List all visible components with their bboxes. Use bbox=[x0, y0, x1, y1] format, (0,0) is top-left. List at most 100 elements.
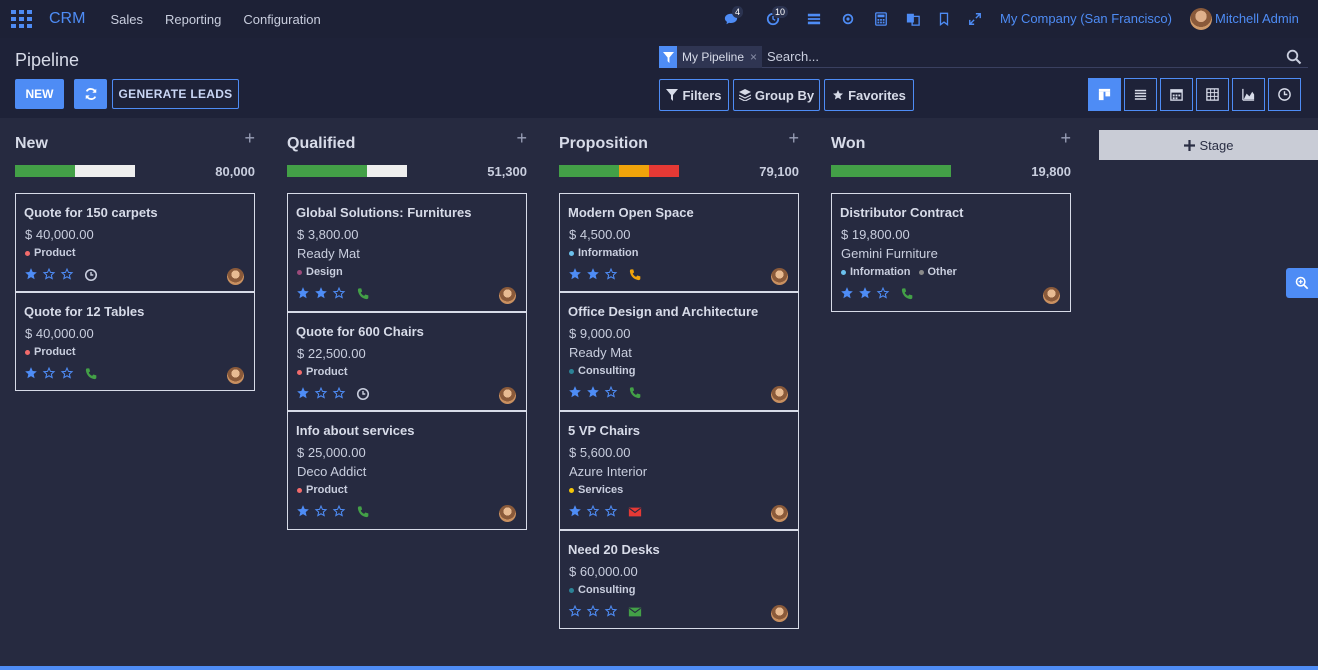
star-empty-icon[interactable] bbox=[332, 286, 350, 300]
add-stage-button[interactable]: Stage bbox=[1099, 130, 1318, 160]
phone-icon[interactable] bbox=[84, 367, 97, 380]
column-quick-create-plus-icon[interactable]: + bbox=[788, 128, 799, 149]
phone-icon[interactable] bbox=[628, 386, 641, 399]
salesperson-avatar[interactable] bbox=[771, 505, 788, 522]
star-empty-icon[interactable] bbox=[60, 366, 78, 380]
user-avatar[interactable] bbox=[1190, 8, 1212, 30]
column-progress-bar[interactable] bbox=[559, 165, 679, 177]
list-check-icon[interactable] bbox=[804, 0, 824, 38]
app-menu-icon[interactable] bbox=[11, 10, 33, 28]
search-icon[interactable] bbox=[1286, 49, 1302, 65]
progress-segment[interactable] bbox=[619, 165, 649, 177]
star-filled-icon[interactable] bbox=[568, 385, 586, 399]
column-title[interactable]: Proposition bbox=[559, 135, 648, 153]
view-kanban-button[interactable] bbox=[1088, 78, 1121, 111]
star-empty-icon[interactable] bbox=[42, 366, 60, 380]
star-filled-icon[interactable] bbox=[296, 504, 314, 518]
view-calendar-button[interactable] bbox=[1160, 78, 1193, 111]
column-quick-create-plus-icon[interactable]: + bbox=[244, 128, 255, 149]
progress-segment[interactable] bbox=[649, 165, 679, 177]
menu-configuration[interactable]: Configuration bbox=[243, 12, 320, 27]
view-activity-button[interactable] bbox=[1268, 78, 1301, 111]
view-pivot-button[interactable] bbox=[1196, 78, 1229, 111]
filters-button[interactable]: Filters bbox=[659, 79, 729, 111]
star-empty-icon[interactable] bbox=[568, 604, 586, 618]
column-title[interactable]: New bbox=[15, 135, 48, 153]
app-brand[interactable]: CRM bbox=[49, 10, 85, 28]
progress-segment[interactable] bbox=[287, 165, 368, 177]
star-empty-icon[interactable] bbox=[604, 604, 622, 618]
column-title[interactable]: Qualified bbox=[287, 135, 355, 153]
translate-icon[interactable] bbox=[903, 0, 923, 38]
star-filled-icon[interactable] bbox=[568, 267, 586, 281]
salesperson-avatar[interactable] bbox=[499, 287, 516, 304]
envelope-icon[interactable] bbox=[628, 605, 642, 618]
generate-leads-button[interactable]: GENERATE LEADS bbox=[112, 79, 239, 109]
refresh-button[interactable] bbox=[74, 79, 107, 109]
salesperson-avatar[interactable] bbox=[499, 387, 516, 404]
progress-segment[interactable] bbox=[75, 165, 135, 177]
zoom-tab[interactable] bbox=[1286, 268, 1318, 298]
star-empty-icon[interactable] bbox=[586, 604, 604, 618]
fullscreen-expand-icon[interactable] bbox=[965, 0, 985, 38]
phone-icon[interactable] bbox=[356, 505, 369, 518]
star-empty-icon[interactable] bbox=[604, 504, 622, 518]
lead-card[interactable]: Modern Open Space $ 4,500.00 Information bbox=[559, 193, 799, 292]
salesperson-avatar[interactable] bbox=[771, 268, 788, 285]
salesperson-avatar[interactable] bbox=[1043, 287, 1060, 304]
star-empty-icon[interactable] bbox=[586, 504, 604, 518]
settings-gear-icon[interactable] bbox=[838, 0, 858, 38]
clock-icon[interactable] bbox=[356, 387, 370, 400]
star-filled-icon[interactable] bbox=[586, 267, 604, 281]
lead-card[interactable]: 5 VP Chairs $ 5,600.00 Azure Interior Servi… bbox=[559, 411, 799, 530]
progress-segment[interactable] bbox=[831, 165, 951, 177]
new-button[interactable]: NEW bbox=[15, 79, 64, 109]
favorites-button[interactable]: Favorites bbox=[824, 79, 914, 111]
lead-card[interactable]: Distributor Contract $ 19,800.00 Gemini Fu… bbox=[831, 193, 1071, 312]
salesperson-avatar[interactable] bbox=[771, 386, 788, 403]
star-empty-icon[interactable] bbox=[314, 386, 332, 400]
column-quick-create-plus-icon[interactable]: + bbox=[516, 128, 527, 149]
star-empty-icon[interactable] bbox=[604, 385, 622, 399]
column-progress-bar[interactable] bbox=[831, 165, 951, 177]
star-filled-icon[interactable] bbox=[296, 286, 314, 300]
star-empty-icon[interactable] bbox=[332, 504, 350, 518]
phone-icon[interactable] bbox=[628, 268, 641, 281]
phone-icon[interactable] bbox=[356, 287, 369, 300]
star-filled-icon[interactable] bbox=[568, 504, 586, 518]
star-empty-icon[interactable] bbox=[314, 504, 332, 518]
star-filled-icon[interactable] bbox=[24, 366, 42, 380]
star-filled-icon[interactable] bbox=[24, 267, 42, 281]
view-graph-button[interactable] bbox=[1232, 78, 1265, 111]
star-empty-icon[interactable] bbox=[604, 267, 622, 281]
star-empty-icon[interactable] bbox=[42, 267, 60, 281]
lead-card[interactable]: Global Solutions: Furnitures $ 3,800.00 Re… bbox=[287, 193, 527, 312]
user-menu[interactable]: Mitchell Admin bbox=[1215, 11, 1299, 26]
progress-segment[interactable] bbox=[559, 165, 619, 177]
star-filled-icon[interactable] bbox=[840, 286, 858, 300]
star-filled-icon[interactable] bbox=[586, 385, 604, 399]
salesperson-avatar[interactable] bbox=[227, 367, 244, 384]
star-empty-icon[interactable] bbox=[876, 286, 894, 300]
menu-reporting[interactable]: Reporting bbox=[165, 12, 221, 27]
column-title[interactable]: Won bbox=[831, 135, 865, 153]
salesperson-avatar[interactable] bbox=[771, 605, 788, 622]
bookmark-icon[interactable] bbox=[934, 0, 954, 38]
menu-sales[interactable]: Sales bbox=[110, 12, 143, 27]
column-progress-bar[interactable] bbox=[287, 165, 407, 177]
search-input[interactable]: Search... bbox=[767, 49, 819, 64]
calculator-icon[interactable] bbox=[871, 0, 891, 38]
column-quick-create-plus-icon[interactable]: + bbox=[1060, 128, 1071, 149]
group-by-button[interactable]: Group By bbox=[733, 79, 820, 111]
star-filled-icon[interactable] bbox=[296, 386, 314, 400]
star-empty-icon[interactable] bbox=[332, 386, 350, 400]
activities-button[interactable]: 10 bbox=[758, 0, 789, 38]
phone-icon[interactable] bbox=[900, 287, 913, 300]
view-list-button[interactable] bbox=[1124, 78, 1157, 111]
company-switcher[interactable]: My Company (San Francisco) bbox=[1000, 11, 1172, 26]
clock-icon[interactable] bbox=[84, 268, 98, 281]
facet-remove-button[interactable]: × bbox=[750, 50, 757, 64]
salesperson-avatar[interactable] bbox=[227, 268, 244, 285]
lead-card[interactable]: Need 20 Desks $ 60,000.00 Consulting bbox=[559, 530, 799, 629]
star-empty-icon[interactable] bbox=[60, 267, 78, 281]
